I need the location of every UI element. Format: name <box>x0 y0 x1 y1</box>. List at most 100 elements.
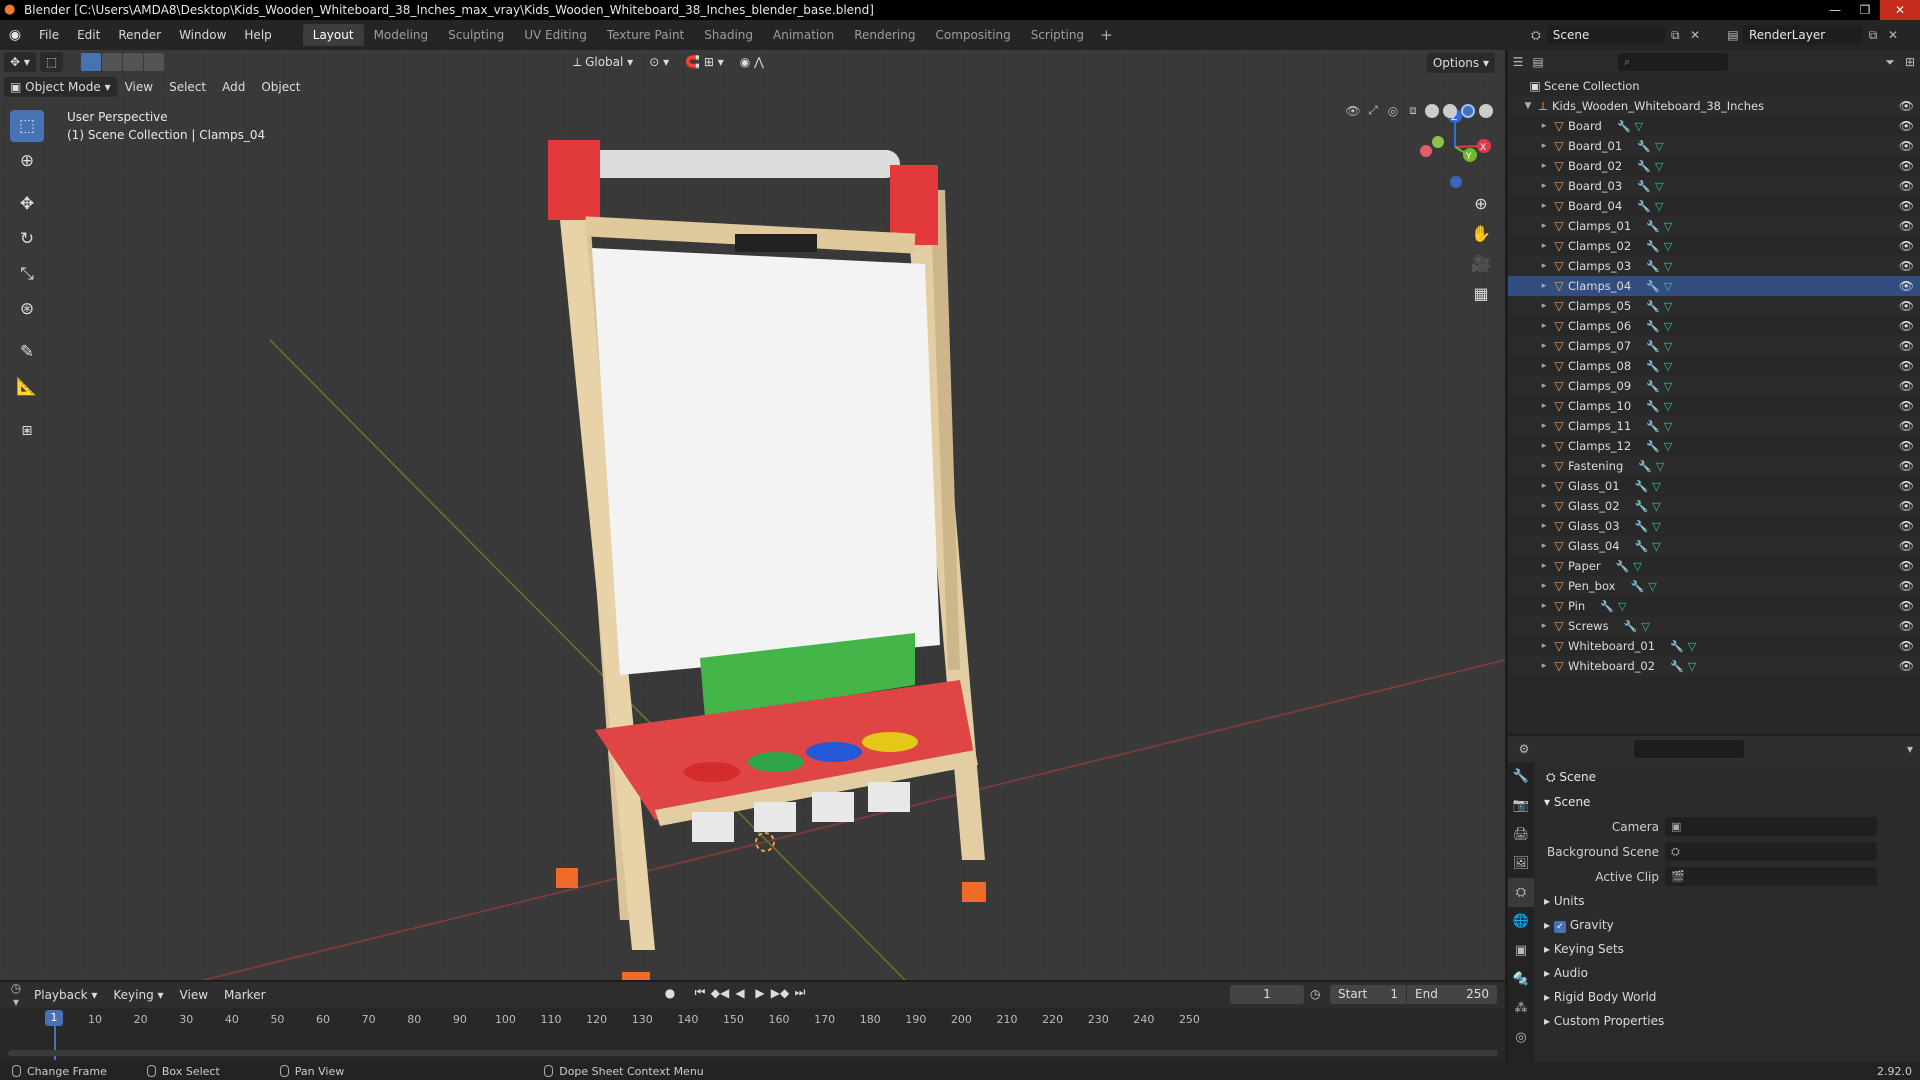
eye-icon[interactable]: 👁 <box>1899 379 1914 393</box>
play-reverse-icon[interactable]: ◀ <box>730 986 750 1000</box>
eye-icon[interactable]: 👁 <box>1899 319 1914 333</box>
keying-sets-panel[interactable]: ▸ Keying Sets <box>1538 937 1918 961</box>
outliner-item[interactable]: ▸ ▽ Board_02 🔧 ▽ 👁 <box>1508 156 1920 176</box>
snap-icon[interactable]: 🧲 ⊞ ▾ <box>677 52 732 72</box>
physics-tab-icon[interactable]: ◎ <box>1508 1023 1534 1052</box>
eye-icon[interactable]: 👁 <box>1899 119 1914 133</box>
scene-selector[interactable]: ⛭ Scene ⧉ ✕ <box>1525 24 1705 46</box>
mode-dropdown[interactable]: ▣ Object Mode ▾ <box>4 77 117 97</box>
eye-icon[interactable]: 👁 <box>1899 419 1914 433</box>
menu-timeline-view[interactable]: View <box>172 985 216 1005</box>
expand-chevron-icon[interactable]: ▸ <box>1538 121 1550 131</box>
eye-icon[interactable]: 👁 <box>1899 599 1914 613</box>
eye-icon[interactable]: 👁 <box>1899 159 1914 173</box>
transform-orientation[interactable]: ⟂ Global ▾ <box>565 52 641 72</box>
mesh-data-icon[interactable]: ▽ <box>1661 320 1675 333</box>
menu-playback[interactable]: Playback ▾ <box>26 985 105 1005</box>
tab-shading[interactable]: Shading <box>694 24 763 46</box>
eye-icon[interactable]: 👁 <box>1899 279 1914 293</box>
expand-chevron-icon[interactable]: ▸ <box>1538 321 1550 331</box>
expand-chevron-icon[interactable]: ▸ <box>1538 641 1550 651</box>
properties-search-input[interactable] <box>1634 740 1744 758</box>
options-chevron-icon[interactable]: ▾ <box>1900 742 1920 756</box>
rigid-body-world-panel[interactable]: ▸ Rigid Body World <box>1538 985 1918 1009</box>
modifier-wrench-icon[interactable]: 🔧 <box>1615 560 1631 573</box>
mesh-data-icon[interactable]: ▽ <box>1661 400 1675 413</box>
menu-add[interactable]: Add <box>214 77 253 97</box>
measure-icon[interactable]: 📐 <box>10 371 44 403</box>
outliner-item[interactable]: ▸ ▽ Fastening 🔧 ▽ 👁 <box>1508 456 1920 476</box>
tab-compositing[interactable]: Compositing <box>925 24 1020 46</box>
modifier-wrench-icon[interactable]: 🔧 <box>1645 340 1661 353</box>
custom-properties-panel[interactable]: ▸ Custom Properties <box>1538 1009 1918 1033</box>
tab-sculpting[interactable]: Sculpting <box>438 24 514 46</box>
expand-chevron-icon[interactable]: ▸ <box>1538 201 1550 211</box>
jump-end-icon[interactable]: ⏭ <box>790 985 810 1000</box>
active-clip-field[interactable]: 🎬 <box>1665 867 1877 886</box>
transform-icon[interactable]: ⊛ <box>10 293 44 325</box>
current-frame-field[interactable]: 1 <box>1230 985 1304 1004</box>
expand-chevron-icon[interactable]: ▸ <box>1538 181 1550 191</box>
modifier-wrench-icon[interactable]: 🔧 <box>1636 160 1652 173</box>
select-subtract-icon[interactable] <box>123 53 144 71</box>
object-tab-icon[interactable]: ▣ <box>1508 936 1534 965</box>
eye-icon[interactable]: 👁 <box>1899 199 1914 213</box>
tab-scripting[interactable]: Scripting <box>1021 24 1094 46</box>
eye-icon[interactable]: 👁 <box>1899 659 1914 673</box>
eye-icon[interactable]: 👁 <box>1899 299 1914 313</box>
ortho-grid-icon[interactable]: ▦ <box>1467 280 1495 308</box>
select-intersect-icon[interactable] <box>144 53 165 71</box>
modifier-tab-icon[interactable]: 🔩 <box>1508 965 1534 994</box>
visibility-icon[interactable]: 👁 <box>1343 104 1363 118</box>
outliner-item[interactable]: ▸ ▽ Clamps_09 🔧 ▽ 👁 <box>1508 376 1920 396</box>
mesh-data-icon[interactable]: ▽ <box>1661 420 1675 433</box>
eye-icon[interactable]: 👁 <box>1899 399 1914 413</box>
prev-keyframe-icon[interactable]: ◆◀ <box>710 986 730 1000</box>
new-renderlayer-icon[interactable]: ⧉ <box>1863 28 1883 43</box>
gizmo-toggle-icon[interactable]: ⤢ <box>1363 103 1383 118</box>
modifier-wrench-icon[interactable]: 🔧 <box>1623 620 1639 633</box>
close-icon[interactable]: ✕ <box>1880 0 1920 20</box>
gravity-panel[interactable]: ▸ ✓ Gravity <box>1538 913 1918 937</box>
blender-logo-icon[interactable]: ◉ <box>0 27 30 43</box>
outliner-item[interactable]: ▸ ▽ Glass_04 🔧 ▽ 👁 <box>1508 536 1920 556</box>
outliner-item[interactable]: ▸ ▽ Board_01 🔧 ▽ 👁 <box>1508 136 1920 156</box>
mesh-data-icon[interactable]: ▽ <box>1661 280 1675 293</box>
outliner-item[interactable]: ▸ ▽ Clamps_04 🔧 ▽ 👁 <box>1508 276 1920 296</box>
scene-tab-icon[interactable]: ⛭ <box>1508 878 1534 907</box>
modifier-wrench-icon[interactable]: 🔧 <box>1636 200 1652 213</box>
mesh-data-icon[interactable]: ▽ <box>1661 260 1675 273</box>
modifier-wrench-icon[interactable]: 🔧 <box>1645 420 1661 433</box>
eye-icon[interactable]: 👁 <box>1899 339 1914 353</box>
outliner-item[interactable]: ▸ ▽ Clamps_02 🔧 ▽ 👁 <box>1508 236 1920 256</box>
modifier-wrench-icon[interactable]: 🔧 <box>1629 580 1645 593</box>
expand-chevron-icon[interactable]: ▸ <box>1538 221 1550 231</box>
modifier-wrench-icon[interactable]: 🔧 <box>1645 280 1661 293</box>
outliner-collection[interactable]: ▼ ⟂ Kids_Wooden_Whiteboard_38_Inches 👁 <box>1508 96 1920 116</box>
mesh-data-icon[interactable]: ▽ <box>1632 120 1646 133</box>
mesh-data-icon[interactable]: ▽ <box>1615 600 1629 613</box>
eye-icon[interactable]: 👁 <box>1899 139 1914 153</box>
outliner-item[interactable]: ▸ ▽ Clamps_03 🔧 ▽ 👁 <box>1508 256 1920 276</box>
outliner-item[interactable]: ▸ ▽ Glass_02 🔧 ▽ 👁 <box>1508 496 1920 516</box>
outliner-item[interactable]: ▸ ▽ Pin 🔧 ▽ 👁 <box>1508 596 1920 616</box>
zoom-icon[interactable]: ⊕ <box>1467 190 1495 218</box>
mesh-data-icon[interactable]: ▽ <box>1653 460 1667 473</box>
outliner-item[interactable]: ▸ ▽ Clamps_01 🔧 ▽ 👁 <box>1508 216 1920 236</box>
modifier-wrench-icon[interactable]: 🔧 <box>1636 140 1652 153</box>
eye-icon[interactable]: 👁 <box>1899 359 1914 373</box>
output-tab-icon[interactable]: 🖨 <box>1508 820 1534 849</box>
jump-start-icon[interactable]: ⏮ <box>690 985 710 1000</box>
eye-icon[interactable]: 👁 <box>1899 239 1914 253</box>
viewport-3d[interactable]: Z X Y ✥ ▾ ⬚ ⟂ Global ▾ ⊙ ▾ 🧲 ⊞ ▾ ◉ ⋀ Opt… <box>0 50 1505 980</box>
background-scene-field[interactable]: ⛭ <box>1665 842 1877 861</box>
eye-icon[interactable]: 👁 <box>1899 579 1914 593</box>
modifier-wrench-icon[interactable]: 🔧 <box>1616 120 1632 133</box>
expand-chevron-icon[interactable]: ▸ <box>1538 401 1550 411</box>
overlay-icon[interactable]: ◎ <box>1383 104 1403 118</box>
mesh-data-icon[interactable]: ▽ <box>1631 560 1645 573</box>
eye-icon[interactable]: 👁 <box>1899 479 1914 493</box>
mesh-data-icon[interactable]: ▽ <box>1650 520 1664 533</box>
outliner-item[interactable]: ▸ ▽ Paper 🔧 ▽ 👁 <box>1508 556 1920 576</box>
eye-icon[interactable]: 👁 <box>1899 439 1914 453</box>
